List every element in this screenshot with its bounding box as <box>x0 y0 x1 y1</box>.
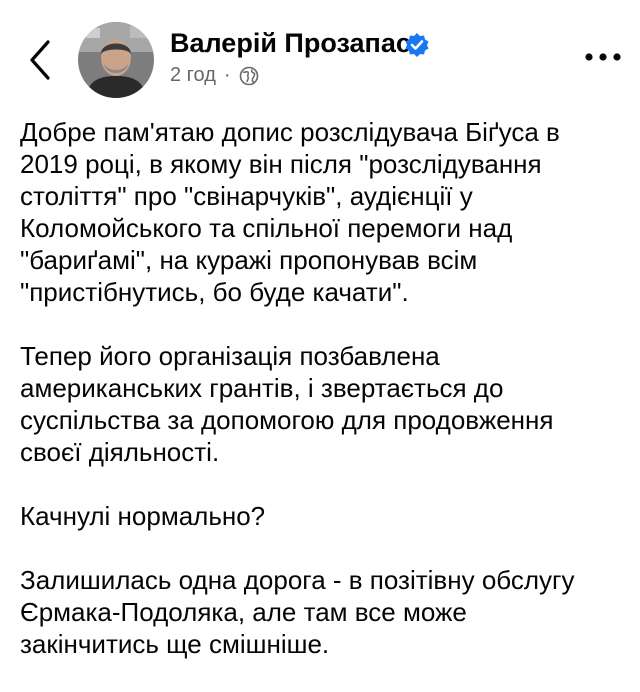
globe-icon[interactable] <box>239 66 259 86</box>
chevron-left-icon <box>30 40 50 80</box>
post-paragraph: Тепер його організація позбавлена америк… <box>20 341 554 467</box>
author-avatar[interactable] <box>78 22 154 98</box>
post-paragraph: Залишилась одна дорога - в позітівну обс… <box>20 565 575 659</box>
avatar-photo <box>78 22 154 98</box>
more-horizontal-icon <box>585 53 621 61</box>
post-paragraph: Добре пам'ятаю допис розслідувача Біґуса… <box>20 117 560 307</box>
post-header: Валерій Прозапас 2 год · <box>0 0 640 110</box>
author-name[interactable]: Валерій Прозапас <box>170 28 411 59</box>
meta-separator: · <box>223 64 231 86</box>
post-time[interactable]: 2 год <box>170 64 216 87</box>
back-button[interactable] <box>22 36 58 84</box>
post-text: Добре пам'ятаю допис розслідувача Біґуса… <box>20 116 626 692</box>
post-paragraph: Качнулі нормально? <box>20 501 266 531</box>
verified-badge-icon <box>404 32 430 58</box>
post-meta: 2 год · <box>170 64 259 87</box>
more-options-button[interactable] <box>582 48 624 66</box>
